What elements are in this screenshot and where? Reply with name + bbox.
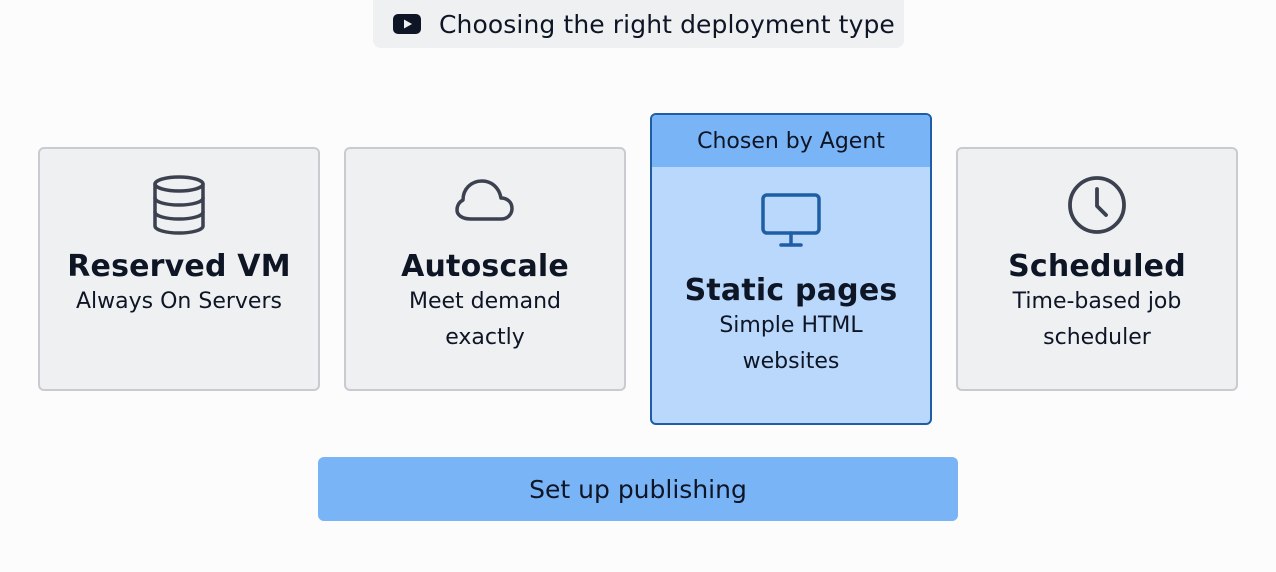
video-link-label: Choosing the right deployment type <box>439 9 895 39</box>
deployment-type-page: Choosing the right deployment type Reser… <box>0 0 1276 572</box>
clock-icon <box>958 175 1236 237</box>
chosen-by-agent-badge: Chosen by Agent <box>652 115 930 167</box>
monitor-icon <box>652 193 930 255</box>
deployment-card-reserved-vm[interactable]: Reserved VM Always On Servers <box>38 147 320 391</box>
card-title: Scheduled <box>1008 249 1186 284</box>
deployment-video-link[interactable]: Choosing the right deployment type <box>373 0 904 48</box>
database-icon <box>40 175 318 237</box>
card-description: Meet demand exactly <box>409 289 561 350</box>
card-description: Time-based job scheduler <box>1012 289 1182 350</box>
card-title: Static pages <box>684 273 898 308</box>
card-description: Always On Servers <box>76 289 282 314</box>
deployment-card-scheduled[interactable]: Scheduled Time-based job scheduler <box>956 147 1238 391</box>
youtube-icon <box>393 14 421 34</box>
cloud-icon <box>346 175 624 237</box>
card-title: Reserved VM <box>67 249 291 284</box>
card-description: Simple HTML websites <box>719 313 863 374</box>
deployment-card-autoscale[interactable]: Autoscale Meet demand exactly <box>344 147 626 391</box>
card-title: Autoscale <box>401 249 569 284</box>
set-up-publishing-button[interactable]: Set up publishing <box>318 457 958 521</box>
deployment-card-static-pages[interactable]: Chosen by Agent Static pages Simple HTML… <box>650 113 932 425</box>
